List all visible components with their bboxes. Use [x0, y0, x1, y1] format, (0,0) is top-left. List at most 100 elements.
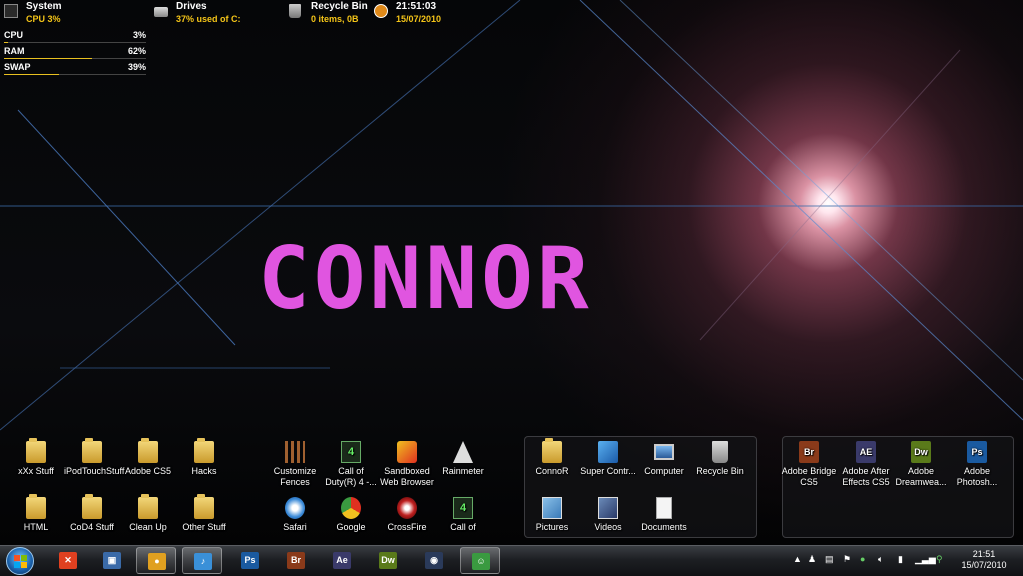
desktop-icon-label: iPodTouchStuff: [64, 466, 125, 476]
desktop-icon-cod4-stuff[interactable]: CoD4 Stuff: [64, 494, 120, 533]
desktop-icon-label: Pictures: [535, 522, 569, 532]
control-panel-icon: [598, 441, 618, 463]
trash-icon: [712, 441, 728, 463]
taskbar-clock[interactable]: 21:51 15/07/2010: [950, 549, 1018, 571]
photoshop-icon: Ps: [241, 552, 259, 569]
desktop-icon-adobe-cs5[interactable]: Adobe CS5: [120, 438, 176, 477]
taskbar-button-chrome[interactable]: ●: [136, 547, 176, 574]
desktop-icon-label: HTML: [23, 522, 49, 532]
desktop-icon-label: Adobe Dreamwea...: [895, 466, 947, 487]
taskbar-button-gamepad[interactable]: ◉: [414, 547, 454, 574]
meter-fill: [4, 58, 93, 59]
desktop-icon-videos[interactable]: Videos: [580, 497, 636, 533]
recycle-gadget[interactable]: Recycle Bin 0 items, 0B: [289, 1, 368, 25]
meter-value: 3%: [132, 30, 146, 40]
desktop-icon-recycle-bin[interactable]: Recycle Bin: [692, 441, 748, 477]
taskbar-button-photoshop[interactable]: Ps: [230, 547, 270, 574]
gamepad-icon: ◉: [425, 552, 443, 569]
chrome-icon: [341, 497, 361, 519]
desktop-icon-computer[interactable]: Computer: [636, 441, 692, 477]
desktop-icon-cod4[interactable]: 4 Call of Duty(R) 4 -...: [323, 441, 379, 488]
taskbar-button-x[interactable]: ✕: [48, 547, 88, 574]
desktop-icon-label: Sandboxed Web Browser: [380, 466, 434, 487]
crossfire-icon: [397, 497, 417, 519]
folder-icon: [194, 494, 214, 519]
desktop-icon-google[interactable]: Google: [323, 497, 379, 533]
desktop-icon-adobe-dreamweaver[interactable]: Dw Adobe Dreamwea...: [893, 441, 949, 488]
pictures-icon: [542, 497, 562, 519]
sandbox-icon: [397, 441, 417, 463]
desktop-icon-pictures[interactable]: Pictures: [524, 497, 580, 533]
desktop-icon-sandboxed-browser[interactable]: Sandboxed Web Browser: [379, 441, 435, 488]
desktop-icon-safari[interactable]: Safari: [267, 497, 323, 533]
dreamweaver-icon: Dw: [911, 441, 931, 463]
volume-icon[interactable]: 🔈︎: [878, 554, 883, 565]
desktop-icon-connor[interactable]: ConnoR: [524, 438, 580, 477]
meter-label: CPU: [4, 30, 24, 40]
desktop-icon-adobe-photoshop[interactable]: Ps Adobe Photosh...: [949, 441, 1005, 488]
desktop-icon-customize-fences[interactable]: Customize Fences: [267, 441, 323, 488]
x-icon: ✕: [59, 552, 77, 569]
messenger-tray-icon[interactable]: ●: [860, 554, 865, 564]
desktop-icon-label: Rainmeter: [442, 466, 484, 476]
taskbar-button-itunes[interactable]: ♪: [182, 547, 222, 574]
meter-fill: [4, 42, 9, 43]
meter-label: SWAP: [4, 62, 31, 72]
desktop-icon-crossfire[interactable]: CrossFire: [379, 497, 435, 533]
network-user-icon[interactable]: ♟: [808, 554, 816, 565]
show-hidden-icons-arrow[interactable]: ▲: [793, 554, 802, 564]
desktop-icon-label: Clean Up: [129, 522, 167, 532]
taskbar-time: 21:51: [972, 549, 996, 559]
start-button[interactable]: [6, 547, 34, 575]
rainmeter-icon: [453, 441, 473, 463]
desktop-icon-label: Hacks: [191, 466, 217, 476]
folder-icon: [138, 438, 158, 463]
bridge-icon: Br: [287, 552, 305, 569]
desktop-icon-super-control[interactable]: Super Contr...: [580, 441, 636, 477]
desktop-icon-other-stuff[interactable]: Other Stuff: [176, 494, 232, 533]
system-meters: CPU 3% RAM 62% SWAP 39%: [4, 30, 146, 78]
desktop-icon-label: Recycle Bin: [696, 466, 744, 476]
taskbar-button-dreamweaver[interactable]: Dw: [368, 547, 408, 574]
videos-icon: [598, 497, 618, 519]
system-gadget-title: System: [26, 1, 62, 12]
desktop-icon-label: Computer: [644, 466, 684, 476]
desktop-icon-label: ConnoR: [535, 466, 569, 476]
folder-icon: [82, 494, 102, 519]
taskbar-button-window[interactable]: ▣: [92, 547, 132, 574]
meter-swap: SWAP 39%: [4, 62, 146, 78]
taskbar-button-messenger[interactable]: ☺: [460, 547, 500, 574]
monitor-icon: [4, 4, 18, 18]
meter-value: 62%: [127, 46, 146, 56]
folder-icon: [26, 438, 46, 463]
desktop-icon-rainmeter[interactable]: Rainmeter: [435, 441, 491, 477]
desktop-icon-html[interactable]: HTML: [8, 494, 64, 533]
meter-ram: RAM 62%: [4, 46, 146, 62]
fences-icon: [285, 441, 305, 463]
desktop-icon-ipodtouchstuff[interactable]: iPodTouchStuff: [64, 438, 124, 477]
drives-gadget[interactable]: Drives 37% used of C:: [154, 1, 241, 25]
desktop-icon-call-of[interactable]: 4 Call of: [435, 497, 491, 533]
system-gadget[interactable]: System CPU 3%: [4, 1, 62, 25]
taskbar-button-after-effects[interactable]: Ae: [322, 547, 362, 574]
desktop-icon-adobe-bridge[interactable]: Br Adobe Bridge CS5: [781, 441, 837, 488]
documents-icon: [656, 497, 672, 519]
desktop-icon-label: Adobe Bridge CS5: [781, 466, 837, 487]
desktop-icon-label: Super Contr...: [580, 466, 636, 476]
cod4-icon: 4: [453, 497, 473, 519]
wireless-icon[interactable]: ⚲: [936, 554, 943, 565]
action-center-flag-icon[interactable]: ⚑: [843, 554, 851, 565]
desktop-icon-documents[interactable]: Documents: [636, 497, 692, 533]
desktop-icon-xxx-stuff[interactable]: xXx Stuff: [8, 438, 64, 477]
device-icon[interactable]: ▮: [898, 554, 903, 565]
safely-remove-icon[interactable]: ▤: [825, 554, 834, 565]
desktop-icon-clean-up[interactable]: Clean Up: [120, 494, 176, 533]
meter-value: 39%: [127, 62, 146, 72]
taskbar-button-bridge[interactable]: Br: [276, 547, 316, 574]
trash-icon: [289, 4, 301, 18]
computer-icon: [654, 444, 674, 460]
signal-bars-icon[interactable]: ▁▃▅: [915, 554, 936, 565]
desktop-icon-hacks[interactable]: Hacks: [176, 438, 232, 477]
clock-gadget[interactable]: 21:51:03 15/07/2010: [374, 1, 441, 25]
desktop-icon-adobe-after-effects[interactable]: AE Adobe After Effects CS5: [837, 441, 895, 488]
